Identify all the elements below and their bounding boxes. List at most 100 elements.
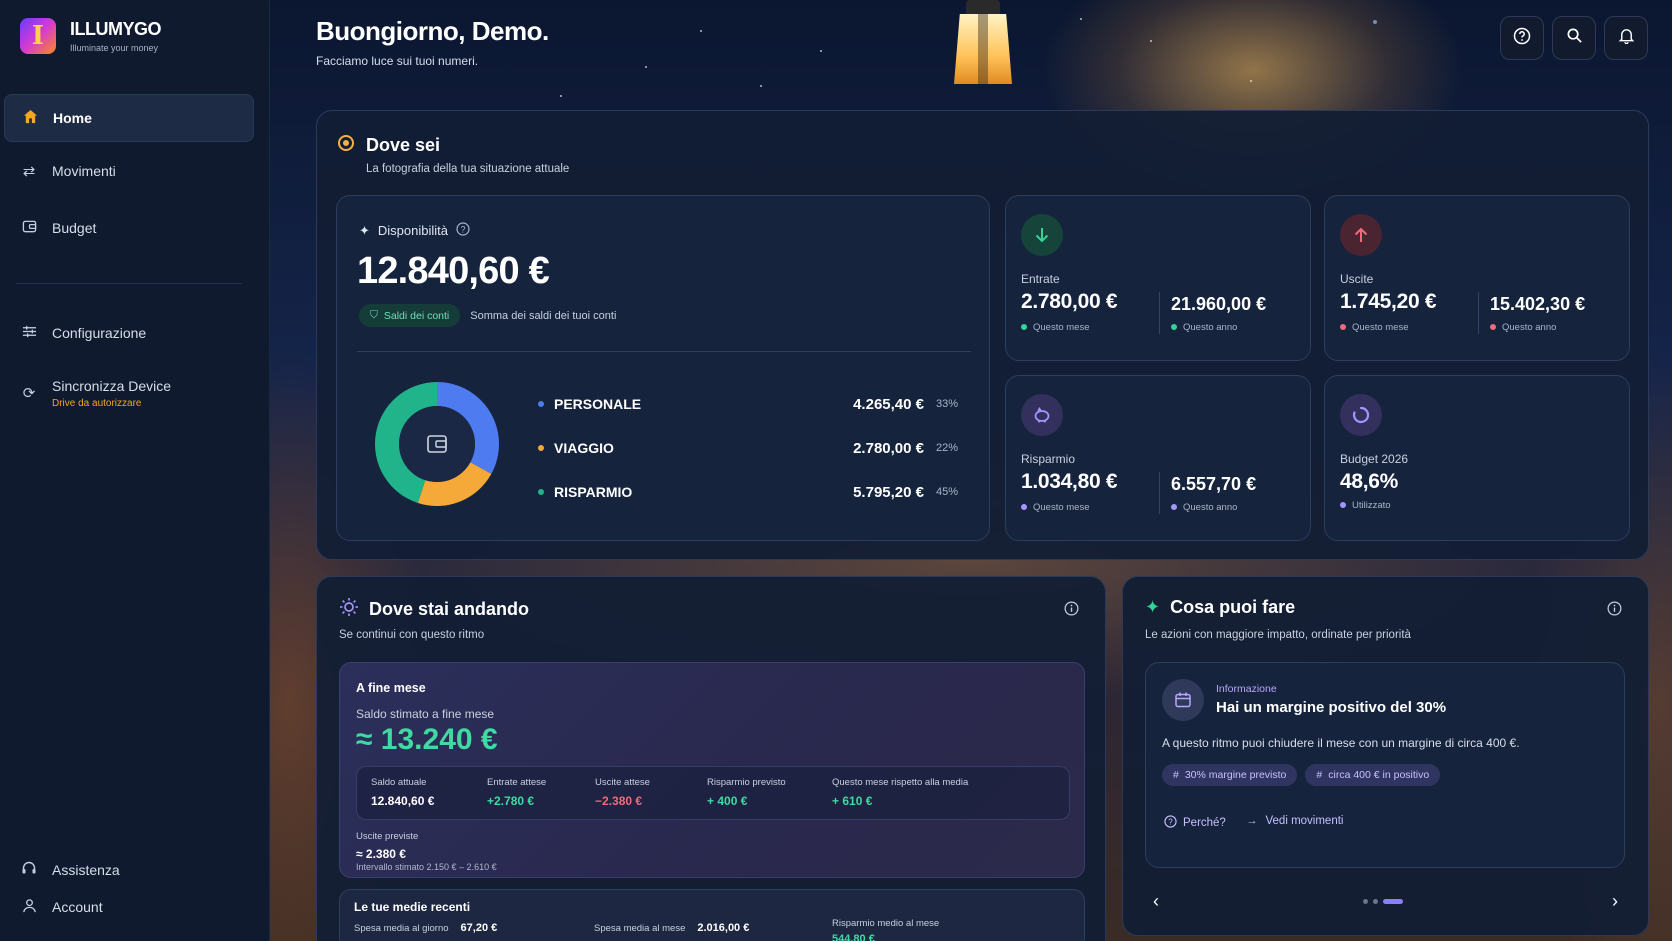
budget-value: 48,6%	[1340, 470, 1399, 493]
chevron-left-icon: ‹	[1153, 891, 1159, 911]
carousel-prev-button[interactable]: ‹	[1153, 891, 1159, 912]
status-dot	[1490, 324, 1496, 331]
vedi-movimenti-link[interactable]: → Vedi movimenti	[1246, 815, 1343, 827]
sun-icon	[339, 597, 359, 622]
uscite-card[interactable]: Uscite 1.745,20 € Questo mese 15.402,30 …	[1324, 195, 1630, 361]
uscite-month-caption: Questo mese	[1340, 322, 1409, 333]
brand-name: ILLUMYGO	[70, 19, 162, 39]
sidebar-item-label: Budget	[52, 220, 97, 236]
brand[interactable]: I ILLUMYGO Illuminate your money	[20, 18, 162, 54]
sidebar-item-budget[interactable]: Budget	[4, 204, 254, 252]
fine-mese-title: A fine mese	[356, 681, 426, 695]
entrate-year-value: 21.960,00 €	[1171, 294, 1267, 314]
help-circle-icon: ?	[1164, 815, 1177, 831]
user-icon	[20, 898, 38, 917]
chevron-right-icon: ›	[1612, 891, 1618, 911]
status-dot	[1340, 502, 1346, 509]
risparmio-month-caption: Questo mese	[1021, 502, 1090, 513]
notifications-button[interactable]	[1604, 16, 1648, 60]
account-amount: 5.795,20 €	[853, 483, 924, 501]
location-target-icon	[336, 133, 356, 158]
divider	[1159, 292, 1160, 334]
carousel-dot[interactable]	[1363, 899, 1368, 904]
risparmio-year-value: 6.557,70 €	[1171, 474, 1257, 494]
suggestion-body: A questo ritmo puoi chiudere il mese con…	[1162, 736, 1520, 750]
arrow-right-icon: →	[1246, 815, 1258, 827]
status-dot	[1340, 324, 1346, 331]
entrate-year-caption: Questo anno	[1171, 322, 1237, 333]
sidebar-item-home[interactable]: Home	[4, 94, 254, 142]
shield-icon: ⛉	[370, 309, 378, 321]
risparmio-card[interactable]: Risparmio 1.034,80 € Questo mese 6.557,7…	[1005, 375, 1311, 541]
forecast-col-entrate: Entrate attese +2.780 €	[487, 777, 547, 808]
home-icon	[21, 109, 39, 128]
accounts-list: PERSONALE 4.265,40 € 33% VIAGGIO 2.780,0…	[538, 382, 958, 514]
suggestion-card[interactable]: Informazione Hai un margine positivo del…	[1145, 662, 1625, 868]
entrate-month-caption: Questo mese	[1021, 322, 1090, 333]
status-dot	[1171, 324, 1177, 331]
sidebar-item-account[interactable]: Account	[4, 889, 254, 925]
uscite-previste-label: Uscite previste	[356, 831, 419, 842]
medie-title: Le tue medie recenti	[354, 900, 471, 914]
account-row[interactable]: RISPARMIO 5.795,20 € 45%	[538, 470, 958, 514]
entrate-month-value: 2.780,00 €	[1021, 290, 1118, 313]
why-link[interactable]: ? Perché?	[1164, 815, 1226, 831]
sidebar-item-sync[interactable]: ⟳ Sincronizza Device Drive da autorizzar…	[4, 368, 254, 418]
info-icon[interactable]	[1607, 601, 1622, 621]
medie-recenti-box: Le tue medie recenti Spesa media al gior…	[339, 889, 1085, 941]
help-button[interactable]	[1500, 16, 1544, 60]
carousel-dot-active[interactable]	[1383, 899, 1403, 904]
suggestion-tag: Informazione	[1216, 683, 1277, 695]
search-button[interactable]	[1552, 16, 1596, 60]
street-lamp	[948, 0, 1018, 110]
saldo-stimato-label: Saldo stimato a fine mese	[356, 707, 495, 721]
divider	[1478, 292, 1479, 334]
entrate-card[interactable]: Entrate 2.780,00 € Questo mese 21.960,00…	[1005, 195, 1311, 361]
sync-icon: ⟳	[22, 385, 36, 402]
sidebar-item-label: Home	[53, 110, 92, 126]
sync-status: Drive da autorizzare	[52, 397, 142, 409]
arrow-up-icon	[1340, 214, 1382, 256]
forecast-col-uscite: Uscite attese −2.380 €	[595, 777, 650, 808]
sidebar-item-configurazione[interactable]: Configurazione	[4, 309, 254, 357]
account-pct: 22%	[935, 442, 958, 454]
uscite-label: Uscite	[1340, 272, 1374, 286]
account-color-dot	[538, 445, 544, 451]
media-mese: Spesa media al mese 2.016,00 €	[594, 922, 750, 934]
sidebar-item-movimenti[interactable]: ⇄ Movimenti	[4, 147, 254, 195]
chip-positivo: # circa 400 € in positivo	[1305, 764, 1441, 786]
risparmio-year-caption: Questo anno	[1171, 502, 1237, 513]
help-icon	[1513, 27, 1531, 50]
account-pct: 45%	[935, 486, 958, 498]
forecast-col-saldo: Saldo attuale 12.840,60 €	[371, 777, 435, 808]
saldi-badge: ⛉ Saldi dei conti	[359, 304, 461, 327]
sidebar-item-assistenza[interactable]: Assistenza	[4, 852, 254, 888]
swap-arrows-icon: ⇄	[22, 163, 36, 180]
total-balance: 12.840,60 €	[357, 250, 550, 292]
risparmio-month-value: 1.034,80 €	[1021, 470, 1118, 493]
card-divider	[357, 351, 971, 352]
uscite-month-value: 1.745,20 €	[1340, 290, 1437, 313]
chip-margine: #30% margine previsto	[1162, 764, 1298, 786]
account-row[interactable]: VIAGGIO 2.780,00 € 22%	[538, 426, 958, 470]
brand-logo: I	[20, 18, 56, 54]
info-help-icon[interactable]: ?	[456, 222, 470, 239]
carousel-next-button[interactable]: ›	[1612, 891, 1618, 912]
arrow-down-icon	[1021, 214, 1063, 256]
budget-label: Budget 2026	[1340, 452, 1409, 466]
sidebar: I ILLUMYGO Illuminate your money Home ⇄ …	[0, 0, 270, 941]
section-title: Dove sei	[366, 135, 441, 155]
sparkles-icon: ✦	[359, 222, 370, 238]
divider	[1159, 472, 1160, 514]
account-row[interactable]: PERSONALE 4.265,40 € 33%	[538, 382, 958, 426]
sidebar-divider	[16, 283, 242, 284]
account-name: PERSONALE	[554, 396, 642, 412]
uscite-year-value: 15.402,30 €	[1490, 294, 1586, 314]
disponibilita-card: ✦ Disponibilità ? 12.840,60 € ⛉ Saldi de…	[336, 195, 990, 541]
carousel-dot[interactable]	[1373, 899, 1378, 904]
piggy-bank-icon	[1021, 394, 1063, 436]
info-icon[interactable]	[1064, 601, 1079, 621]
headset-icon	[20, 860, 38, 880]
budget-card[interactable]: Budget 2026 48,6% Utilizzato	[1324, 375, 1630, 541]
hash-icon: #	[1173, 769, 1179, 781]
